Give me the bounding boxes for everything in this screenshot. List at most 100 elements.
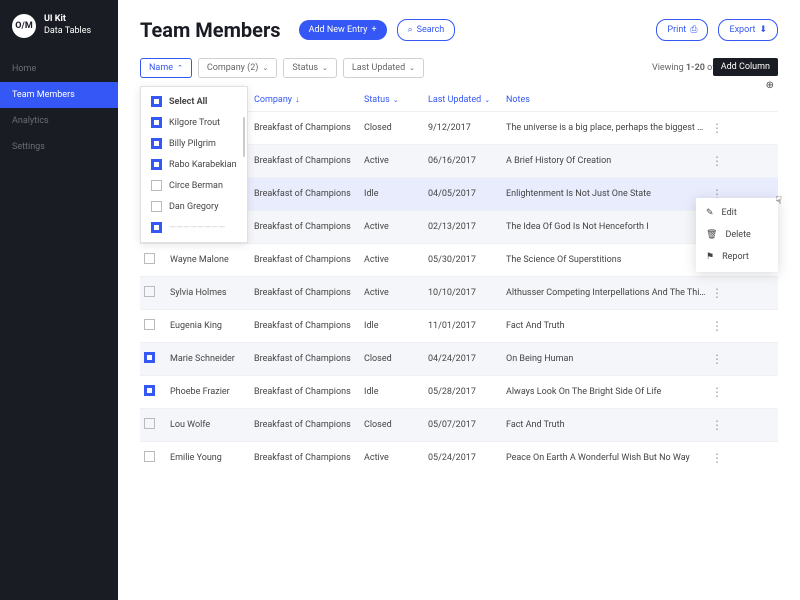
cell-date: 11/01/2017 bbox=[428, 321, 506, 331]
col-company[interactable]: Company↓ bbox=[254, 94, 364, 105]
col-updated[interactable]: Last Updated⌄ bbox=[428, 94, 506, 105]
row-menu-button[interactable]: ⋮ bbox=[711, 418, 723, 432]
row-menu-button[interactable]: ⋮ bbox=[711, 352, 723, 366]
flag-icon: ⚑ bbox=[706, 252, 714, 262]
cell-notes: Enlightenment Is Not Just One State bbox=[506, 189, 706, 199]
cell-status: Active bbox=[364, 453, 428, 463]
search-icon: ⌕ bbox=[408, 25, 413, 35]
cell-date: 05/24/2017 bbox=[428, 453, 506, 463]
scrollbar[interactable] bbox=[243, 117, 245, 157]
page-header: Team Members Add New Entry+ ⌕Search Prin… bbox=[140, 18, 778, 42]
cell-date: 05/30/2017 bbox=[428, 255, 506, 265]
cell-notes: Althusser Competing Interpellations And … bbox=[506, 288, 706, 298]
export-button[interactable]: Export⬇ bbox=[718, 19, 778, 41]
dd-item[interactable]: Circe Berman bbox=[141, 175, 247, 196]
cell-status: Closed bbox=[364, 420, 428, 430]
cell-date: 02/13/2017 bbox=[428, 222, 506, 232]
row-checkbox[interactable] bbox=[144, 352, 155, 363]
table-row[interactable]: Lou WolfeBreakfast of ChampionsClosed05/… bbox=[140, 408, 778, 441]
table-row[interactable]: Eugenia KingBreakfast of ChampionsIdle11… bbox=[140, 309, 778, 342]
print-button[interactable]: Print⎙ bbox=[656, 19, 708, 41]
dd-item[interactable]: Dan Gregory bbox=[141, 196, 247, 217]
cm-report[interactable]: ⚑Report bbox=[696, 246, 778, 268]
dd-select-all[interactable]: Select All bbox=[141, 91, 247, 112]
search-button[interactable]: ⌕Search bbox=[397, 19, 456, 41]
row-menu-button[interactable]: ⋮ bbox=[711, 286, 723, 300]
row-menu-button[interactable]: ⋮ bbox=[711, 451, 723, 465]
cell-status: Closed bbox=[364, 123, 428, 133]
cell-date: 9/12/2017 bbox=[428, 123, 506, 133]
cm-delete[interactable]: 🗑Delete bbox=[696, 224, 778, 246]
col-notes[interactable]: Notes bbox=[506, 94, 756, 105]
checkbox-icon bbox=[151, 222, 162, 233]
cell-status: Idle bbox=[364, 321, 428, 331]
cell-status: Active bbox=[364, 222, 428, 232]
cm-edit[interactable]: ✎Edit bbox=[696, 202, 778, 224]
checkbox-icon bbox=[151, 96, 162, 107]
row-menu-button[interactable]: ⋮ bbox=[711, 385, 723, 399]
cell-name: Lou Wolfe bbox=[170, 420, 254, 430]
print-icon: ⎙ bbox=[690, 25, 697, 35]
cell-status: Idle bbox=[364, 189, 428, 199]
table-row[interactable]: Marie SchneiderBreakfast of ChampionsClo… bbox=[140, 342, 778, 375]
nav-analytics[interactable]: Analytics bbox=[0, 108, 118, 134]
sort-down-icon: ↓ bbox=[295, 94, 300, 105]
cell-status: Active bbox=[364, 288, 428, 298]
cell-notes: The Science Of Superstitions bbox=[506, 255, 706, 265]
row-checkbox[interactable] bbox=[144, 286, 155, 297]
cursor-icon: ☟ bbox=[775, 194, 782, 207]
checkbox-icon bbox=[151, 117, 162, 128]
brand-title: UI Kit bbox=[44, 14, 91, 26]
row-checkbox[interactable] bbox=[144, 385, 155, 396]
cell-date: 06/16/2017 bbox=[428, 156, 506, 166]
cell-company: Breakfast of Champions bbox=[254, 354, 364, 364]
main-content: Team Members Add New Entry+ ⌕Search Prin… bbox=[118, 0, 800, 600]
cell-notes: On Being Human bbox=[506, 354, 706, 364]
chevron-up-icon: ⌃ bbox=[177, 64, 183, 72]
download-icon: ⬇ bbox=[759, 25, 767, 35]
cell-date: 05/28/2017 bbox=[428, 387, 506, 397]
cell-notes: The universe is a big place, perhaps the… bbox=[506, 123, 706, 133]
chevron-down-icon: ⌄ bbox=[409, 64, 415, 72]
cell-status: Active bbox=[364, 255, 428, 265]
cell-notes: A Brief History Of Creation bbox=[506, 156, 706, 166]
table-row[interactable]: Wayne MaloneBreakfast of ChampionsActive… bbox=[140, 243, 778, 276]
sidebar: O/M UI Kit Data Tables Home Team Members… bbox=[0, 0, 118, 600]
dd-item[interactable]: Kilgore Trout bbox=[141, 112, 247, 133]
add-entry-button[interactable]: Add New Entry+ bbox=[299, 20, 387, 40]
nav-home[interactable]: Home bbox=[0, 56, 118, 82]
table-row[interactable]: Sylvia HolmesBreakfast of ChampionsActiv… bbox=[140, 276, 778, 309]
logo-icon: O/M bbox=[12, 14, 36, 38]
table-row[interactable]: Emilie YoungBreakfast of ChampionsActive… bbox=[140, 441, 778, 474]
filter-status[interactable]: Status⌄ bbox=[283, 58, 337, 78]
cell-name: Eugenia King bbox=[170, 321, 254, 331]
row-checkbox[interactable] bbox=[144, 418, 155, 429]
dd-item[interactable]: Billy Pilgrim bbox=[141, 133, 247, 154]
cell-company: Breakfast of Champions bbox=[254, 189, 364, 199]
row-menu-button[interactable]: ⋮ bbox=[711, 121, 723, 135]
dd-item[interactable]: ———————— bbox=[141, 217, 247, 238]
row-checkbox[interactable] bbox=[144, 319, 155, 330]
nav-settings[interactable]: Settings bbox=[0, 134, 118, 160]
table-row[interactable]: Phoebe FrazierBreakfast of ChampionsIdle… bbox=[140, 375, 778, 408]
col-status[interactable]: Status⌄ bbox=[364, 94, 428, 105]
cell-name: Emilie Young bbox=[170, 453, 254, 463]
cell-date: 05/07/2017 bbox=[428, 420, 506, 430]
cell-status: Closed bbox=[364, 354, 428, 364]
filter-name[interactable]: Name⌃ bbox=[140, 58, 192, 78]
cell-notes: The Idea Of God Is Not Henceforth I bbox=[506, 222, 706, 232]
row-checkbox[interactable] bbox=[144, 451, 155, 462]
nav-team-members[interactable]: Team Members bbox=[0, 82, 118, 108]
chevron-down-icon: ⌄ bbox=[322, 64, 328, 72]
cell-company: Breakfast of Champions bbox=[254, 255, 364, 265]
cell-company: Breakfast of Champions bbox=[254, 156, 364, 166]
add-column-button[interactable]: ⊕ bbox=[766, 80, 774, 91]
row-menu-button[interactable]: ⋮ bbox=[711, 319, 723, 333]
dd-item[interactable]: Rabo Karabekian bbox=[141, 154, 247, 175]
cell-name: Marie Schneider bbox=[170, 354, 254, 364]
row-checkbox[interactable] bbox=[144, 253, 155, 264]
row-menu-button[interactable]: ⋮ bbox=[711, 154, 723, 168]
filter-updated[interactable]: Last Updated⌄ bbox=[343, 58, 424, 78]
checkbox-icon bbox=[151, 201, 162, 212]
filter-company[interactable]: Company (2)⌄ bbox=[198, 58, 277, 78]
